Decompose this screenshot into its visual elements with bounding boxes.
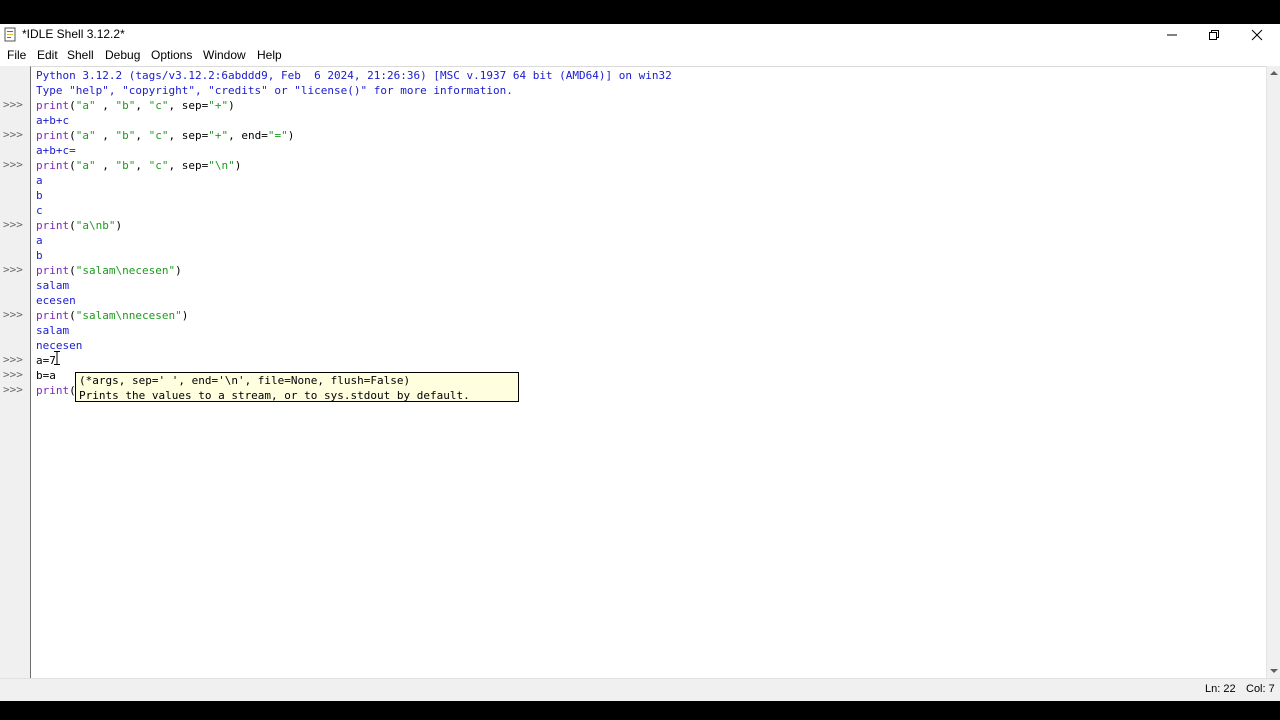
close-icon	[1251, 29, 1263, 41]
menu-edit[interactable]: Edit	[37, 48, 58, 62]
shell-output-line: a	[36, 234, 43, 247]
menu-options[interactable]: Options	[151, 48, 192, 62]
shell-output-line: c	[36, 204, 43, 217]
python-idle-icon	[4, 27, 16, 42]
shell-prompt: >>>	[3, 98, 23, 111]
close-button[interactable]	[1235, 24, 1279, 46]
menu-file[interactable]: File	[7, 48, 26, 62]
status-bar: Ln: 22 Col: 7	[0, 678, 1280, 701]
calltip: (*args, sep=' ', end='\n', file=None, fl…	[75, 372, 519, 402]
shell-output-line: b	[36, 189, 43, 202]
shell-input-line: print("salam\nnecesen")	[36, 309, 189, 322]
shell-prompt: >>>	[3, 218, 23, 231]
vertical-scrollbar[interactable]	[1266, 66, 1280, 678]
menu-shell[interactable]: Shell	[67, 48, 94, 62]
title-bar[interactable]: *IDLE Shell 3.12.2*	[0, 24, 1280, 46]
shell-prompt: >>>	[3, 128, 23, 141]
window-title: *IDLE Shell 3.12.2*	[22, 27, 125, 41]
shell-prompt: >>>	[3, 368, 23, 381]
shell-output-line: ecesen	[36, 294, 76, 307]
shell-output-line: a+b+c	[36, 114, 70, 127]
shell-input-line: print("a\nb")	[36, 219, 123, 232]
shell-output-line: salam	[36, 324, 70, 337]
shell-input-line: print("a" , "b", "c", sep="+")	[36, 99, 235, 112]
minimize-button[interactable]	[1150, 24, 1194, 46]
shell-prompt: >>>	[3, 383, 23, 396]
menu-window[interactable]: Window	[203, 48, 246, 62]
shell-output-line: Python 3.12.2 (tags/v3.12.2:6abddd9, Feb…	[36, 69, 672, 82]
shell-output-line: Type "help", "copyright", "credits" or "…	[36, 84, 513, 97]
shell-input-line: a=7	[36, 354, 56, 367]
shell-input-line: print("a" , "b", "c", sep="+", end="=")	[36, 129, 295, 142]
restore-button[interactable]	[1192, 24, 1236, 46]
status-col: Col: 7	[1246, 683, 1275, 695]
shell-output-line: b	[36, 249, 43, 262]
shell-prompt: >>>	[3, 308, 23, 321]
scroll-down-icon[interactable]	[1267, 664, 1280, 678]
shell-output-line: a+b+c=	[36, 144, 76, 157]
minimize-icon	[1167, 34, 1177, 36]
calltip-doc: Prints the values to a stream, or to sys…	[79, 389, 470, 402]
shell-input-line: b=a	[36, 369, 56, 382]
shell-input-line: print("a" , "b", "c", sep="\n")	[36, 159, 242, 172]
menu-bar: File Edit Shell Debug Options Window Hel…	[0, 46, 1280, 66]
idle-shell-window: *IDLE Shell 3.12.2* File Edit Shell Debu…	[0, 24, 1280, 701]
shell-prompt: >>>	[3, 353, 23, 366]
shell-output-line: a	[36, 174, 43, 187]
shell-input-line: print("salam\necesen")	[36, 264, 182, 277]
menu-debug[interactable]: Debug	[105, 48, 140, 62]
ibeam-cursor-icon	[54, 351, 60, 365]
shell-prompt: >>>	[3, 263, 23, 276]
shell-output-line: salam	[36, 279, 70, 292]
status-line: Ln: 22	[1205, 683, 1236, 695]
shell-prompt: >>>	[3, 158, 23, 171]
menu-help[interactable]: Help	[257, 48, 282, 62]
restore-icon	[1209, 30, 1219, 40]
scroll-up-icon[interactable]	[1267, 66, 1280, 80]
calltip-signature: (*args, sep=' ', end='\n', file=None, fl…	[79, 374, 411, 387]
